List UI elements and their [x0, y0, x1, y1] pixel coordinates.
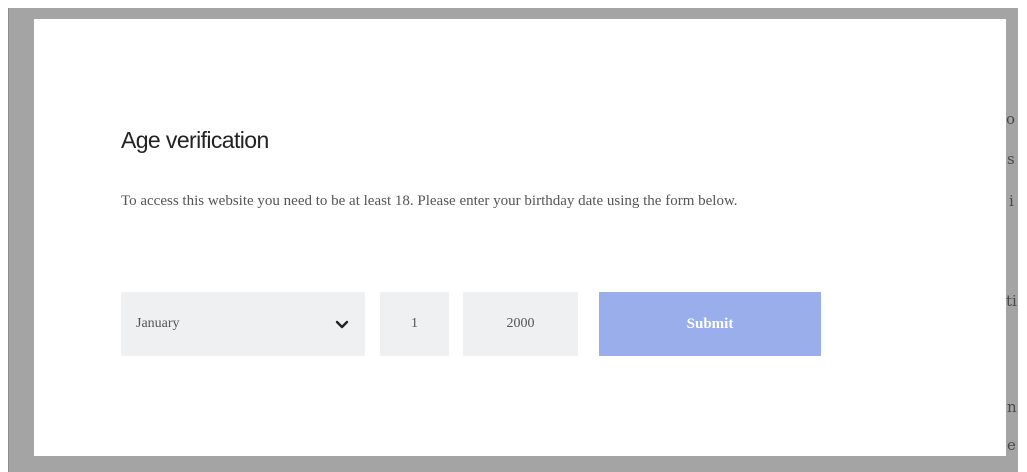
- background-text-fragment: i: [1009, 192, 1014, 210]
- chevron-down-icon: [335, 320, 349, 329]
- year-input-value: 2000: [506, 316, 535, 331]
- day-input-value: 1: [411, 316, 418, 331]
- modal-description: To access this website you need to be at…: [121, 193, 738, 209]
- month-select[interactable]: January: [121, 292, 365, 356]
- age-verification-modal: Age verification To access this website …: [34, 19, 1006, 456]
- year-input[interactable]: 2000: [463, 292, 578, 356]
- day-input[interactable]: 1: [380, 292, 449, 356]
- background-text-fragment: ti: [1006, 292, 1017, 310]
- month-select-value: January: [136, 316, 180, 331]
- background-text-fragment: n: [1007, 398, 1017, 416]
- background-text-fragment: e: [1007, 436, 1016, 454]
- modal-title: Age verification: [121, 127, 269, 153]
- submit-button[interactable]: Submit: [599, 292, 821, 356]
- page-viewport: o s i ti n e Age verification To access …: [0, 0, 1027, 472]
- background-text-fragment: s: [1007, 150, 1015, 168]
- background-text-fragment: o: [1006, 110, 1016, 128]
